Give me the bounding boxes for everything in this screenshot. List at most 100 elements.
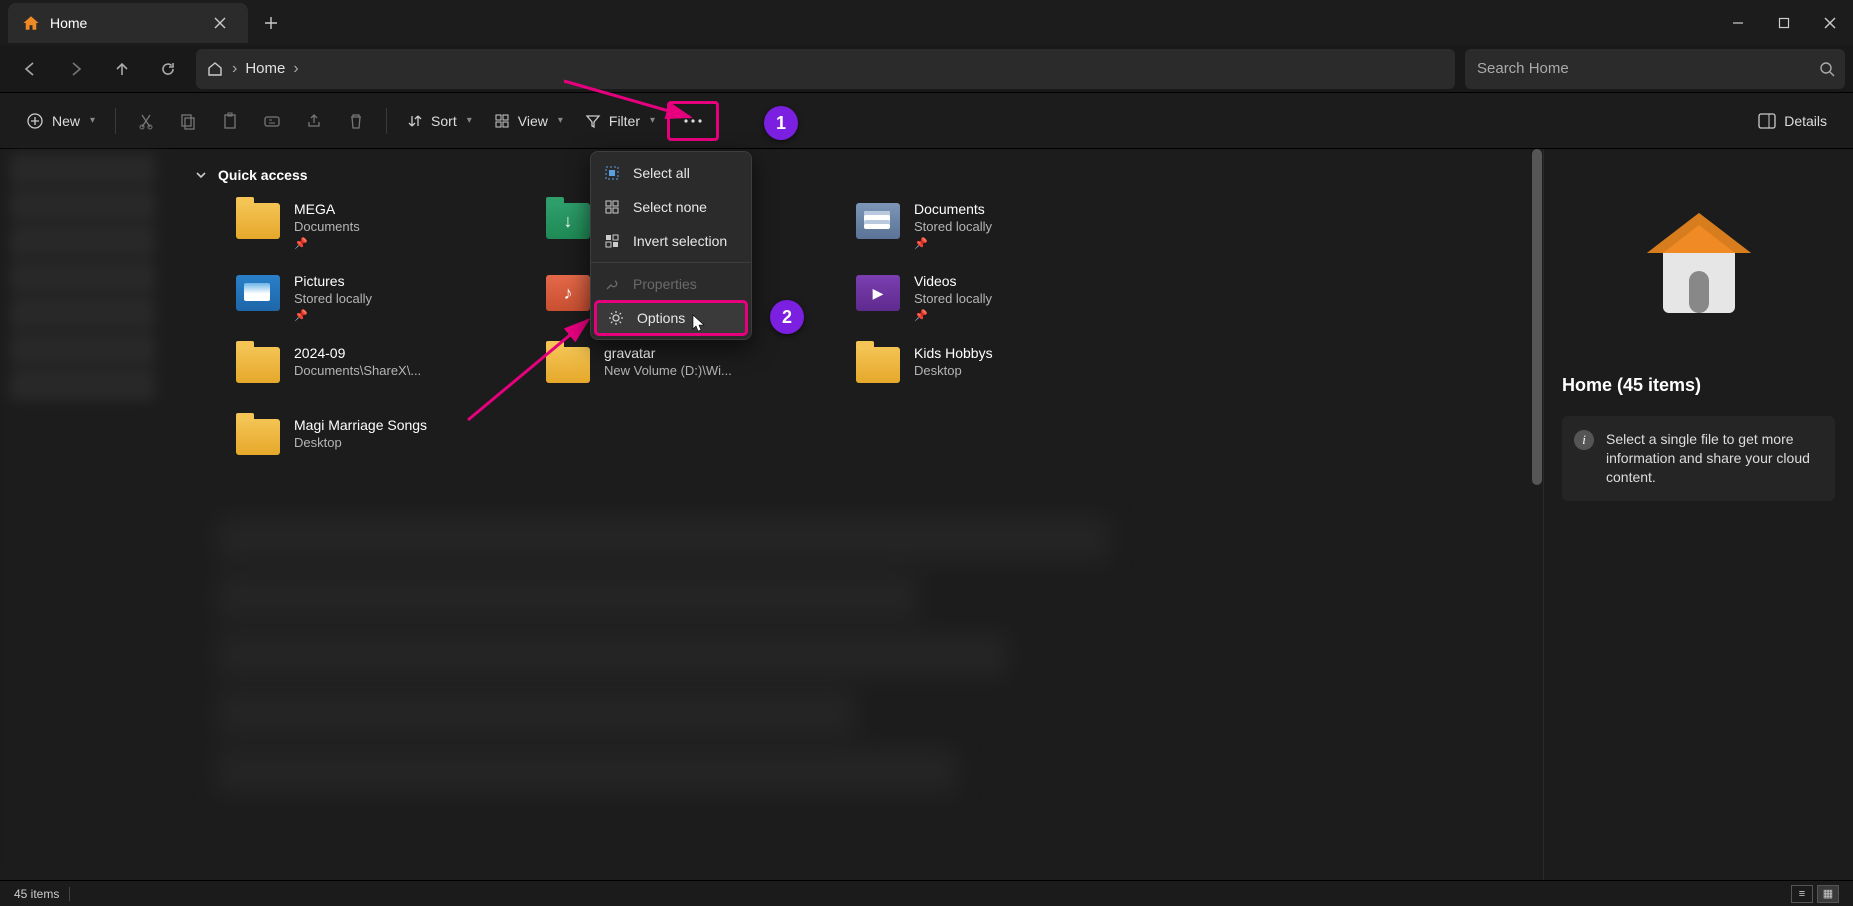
quick-access-item[interactable]: Documents Stored locally 📌 bbox=[856, 201, 1156, 257]
view-label: View bbox=[518, 113, 548, 129]
quick-access-item[interactable]: Kids HobbysDesktop bbox=[856, 345, 1156, 401]
sort-button[interactable]: Sort ▾ bbox=[397, 101, 482, 141]
menu-select-all[interactable]: Select all bbox=[591, 156, 751, 190]
search-input[interactable] bbox=[1477, 60, 1833, 77]
content-scrollbar[interactable] bbox=[1531, 149, 1543, 880]
menu-label: Select none bbox=[633, 199, 707, 215]
item-sublabel: Documents bbox=[294, 219, 360, 234]
tab-home[interactable]: Home bbox=[8, 3, 248, 43]
separator bbox=[115, 108, 116, 134]
address-bar[interactable]: › Home › bbox=[196, 49, 1455, 89]
details-label: Details bbox=[1784, 113, 1827, 129]
item-name: Videos bbox=[914, 273, 992, 289]
item-name: Documents bbox=[914, 201, 992, 217]
menu-separator bbox=[591, 262, 751, 263]
delete-button[interactable] bbox=[336, 101, 376, 141]
quick-access-item[interactable]: 2024-09Documents\ShareX\... bbox=[236, 345, 536, 401]
item-name: gravatar bbox=[604, 345, 732, 361]
minimize-button[interactable] bbox=[1715, 4, 1761, 42]
more-context-menu: Select all Select none Invert selection … bbox=[590, 151, 752, 340]
close-tab-button[interactable] bbox=[206, 9, 234, 37]
details-pane-icon bbox=[1758, 113, 1776, 129]
view-details-toggle[interactable]: ≡ bbox=[1791, 885, 1813, 903]
new-button[interactable]: New ▾ bbox=[16, 101, 105, 141]
close-window-button[interactable] bbox=[1807, 4, 1853, 42]
item-sublabel: Desktop bbox=[294, 435, 427, 450]
back-icon bbox=[22, 61, 38, 77]
quick-access-label: Quick access bbox=[218, 167, 308, 183]
chevron-down-icon: ▾ bbox=[467, 115, 472, 126]
share-button[interactable] bbox=[294, 101, 334, 141]
search-icon bbox=[1819, 61, 1835, 77]
quick-access-header[interactable]: Quick access bbox=[166, 149, 1543, 193]
menu-invert-selection[interactable]: Invert selection bbox=[591, 224, 751, 258]
content-area[interactable]: Quick access MEGADocuments📌DownloadsStor… bbox=[166, 149, 1543, 880]
main-area: Quick access MEGADocuments📌DownloadsStor… bbox=[0, 149, 1853, 880]
copy-icon bbox=[179, 112, 197, 130]
view-tiles-toggle[interactable]: ▦ bbox=[1817, 885, 1839, 903]
paste-button[interactable] bbox=[210, 101, 250, 141]
pin-icon: 📌 bbox=[294, 309, 372, 322]
more-button[interactable] bbox=[667, 101, 719, 141]
back-button[interactable] bbox=[8, 49, 52, 89]
search-box[interactable] bbox=[1465, 49, 1845, 89]
breadcrumb-location[interactable]: Home bbox=[245, 60, 285, 77]
item-sublabel: Stored locally bbox=[914, 219, 992, 234]
item-sublabel: Stored locally bbox=[914, 291, 992, 306]
item-sublabel: Stored locally bbox=[294, 291, 372, 306]
annotation-badge-2: 2 bbox=[770, 300, 804, 334]
details-title: Home (45 items) bbox=[1562, 375, 1701, 396]
chevron-down-icon: ▾ bbox=[650, 115, 655, 126]
close-icon bbox=[1824, 17, 1836, 29]
sort-icon bbox=[407, 113, 423, 129]
menu-options[interactable]: Options bbox=[595, 301, 747, 335]
menu-label: Options bbox=[637, 310, 685, 326]
close-icon bbox=[214, 17, 226, 29]
quick-access-item[interactable]: Magi Marriage Songs Desktop bbox=[236, 417, 536, 473]
quick-access-item[interactable]: MEGADocuments📌 bbox=[236, 201, 536, 257]
chevron-right-icon[interactable]: › bbox=[293, 60, 298, 78]
rename-button[interactable] bbox=[252, 101, 292, 141]
more-icon bbox=[683, 118, 703, 124]
up-icon bbox=[114, 61, 130, 77]
minimize-icon bbox=[1732, 17, 1744, 29]
quick-access-item[interactable]: PicturesStored locally📌 bbox=[236, 273, 536, 329]
forward-button[interactable] bbox=[54, 49, 98, 89]
chevron-down-icon bbox=[194, 168, 208, 182]
chevron-right-icon: › bbox=[232, 60, 237, 78]
scrollbar-thumb[interactable] bbox=[1532, 149, 1542, 485]
view-button[interactable]: View ▾ bbox=[484, 101, 573, 141]
folder-icon bbox=[856, 203, 900, 239]
filter-button[interactable]: Filter ▾ bbox=[575, 101, 665, 141]
navigation-sidebar[interactable] bbox=[0, 149, 166, 880]
details-pane: Home (45 items) i Select a single file t… bbox=[1543, 149, 1853, 880]
quick-access-item[interactable]: VideosStored locally📌 bbox=[856, 273, 1156, 329]
home-icon bbox=[206, 60, 224, 78]
quick-access-grid: MEGADocuments📌DownloadsStored locally📌Do… bbox=[166, 193, 1543, 473]
home-large-icon bbox=[1639, 205, 1759, 315]
chevron-down-icon: ▾ bbox=[90, 115, 95, 126]
up-button[interactable] bbox=[100, 49, 144, 89]
menu-label: Invert selection bbox=[633, 233, 727, 249]
new-tab-button[interactable] bbox=[254, 6, 288, 40]
details-pane-button[interactable]: Details bbox=[1748, 101, 1837, 141]
tab-title: Home bbox=[50, 15, 87, 31]
menu-select-none[interactable]: Select none bbox=[591, 190, 751, 224]
status-bar: 45 items ≡ ▦ bbox=[0, 880, 1853, 906]
item-name: Magi Marriage Songs bbox=[294, 417, 427, 433]
pin-icon: 📌 bbox=[914, 237, 992, 250]
maximize-button[interactable] bbox=[1761, 4, 1807, 42]
filter-label: Filter bbox=[609, 113, 640, 129]
copy-button[interactable] bbox=[168, 101, 208, 141]
sort-label: Sort bbox=[431, 113, 457, 129]
new-icon bbox=[26, 112, 44, 130]
refresh-button[interactable] bbox=[146, 49, 190, 89]
quick-access-item[interactable]: gravatarNew Volume (D:)\Wi... bbox=[546, 345, 846, 401]
item-sublabel: Desktop bbox=[914, 363, 993, 378]
select-none-icon bbox=[603, 198, 621, 216]
annotation-badge-1: 1 bbox=[764, 106, 798, 140]
title-bar: Home bbox=[0, 0, 1853, 45]
folder-icon bbox=[236, 419, 280, 455]
cut-button[interactable] bbox=[126, 101, 166, 141]
status-item-count: 45 items bbox=[14, 887, 59, 901]
